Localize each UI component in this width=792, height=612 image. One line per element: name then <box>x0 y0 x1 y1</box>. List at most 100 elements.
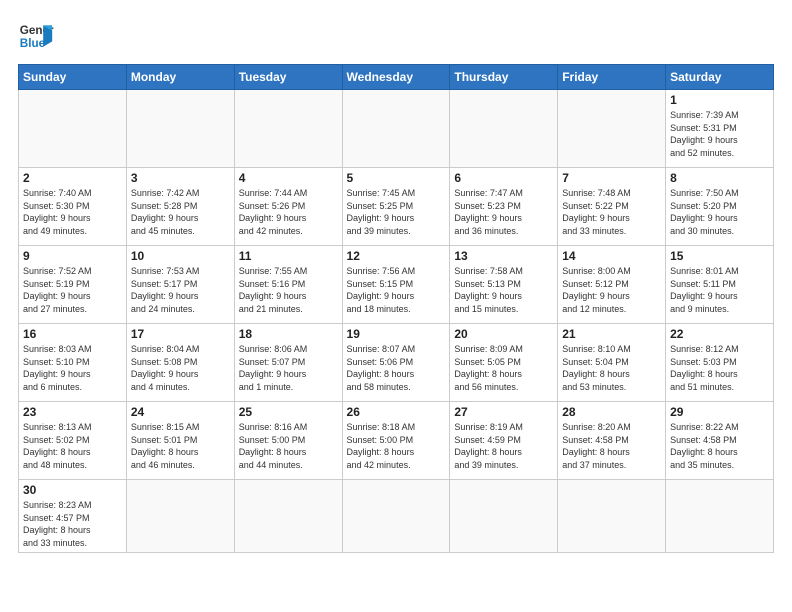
calendar-cell: 3Sunrise: 7:42 AM Sunset: 5:28 PM Daylig… <box>126 168 234 246</box>
calendar-cell <box>234 90 342 168</box>
day-info: Sunrise: 7:53 AM Sunset: 5:17 PM Dayligh… <box>131 265 230 315</box>
calendar-cell <box>19 90 127 168</box>
day-number: 9 <box>23 249 122 263</box>
day-number: 22 <box>670 327 769 341</box>
day-number: 18 <box>239 327 338 341</box>
day-info: Sunrise: 7:50 AM Sunset: 5:20 PM Dayligh… <box>670 187 769 237</box>
day-info: Sunrise: 7:58 AM Sunset: 5:13 PM Dayligh… <box>454 265 553 315</box>
day-number: 5 <box>347 171 446 185</box>
calendar-cell: 10 Sunrise: 7:53 AM Sunset: 5:17 PM Dayli… <box>126 246 234 324</box>
day-info: Sunrise: 8:18 AM Sunset: 5:00 PM Dayligh… <box>347 421 446 471</box>
day-info: Sunrise: 8:07 AM Sunset: 5:06 PM Dayligh… <box>347 343 446 393</box>
day-number: 29 <box>670 405 769 419</box>
calendar-cell: 18Sunrise: 8:06 AM Sunset: 5:07 PM Dayli… <box>234 324 342 402</box>
week-row-1: 1 Sunrise: 7:39 AM Sunset: 5:31 PM Daylig… <box>19 90 774 168</box>
week-row-6: 30Sunrise: 8:23 AM Sunset: 4:57 PM Dayli… <box>19 480 774 553</box>
day-info: Sunrise: 8:12 AM Sunset: 5:03 PM Dayligh… <box>670 343 769 393</box>
day-info: Sunrise: 7:40 AM Sunset: 5:30 PM Dayligh… <box>23 187 122 237</box>
day-number: 19 <box>347 327 446 341</box>
day-info: Sunrise: 7:39 AM Sunset: 5:31 PM Dayligh… <box>670 109 769 159</box>
day-number: 13 <box>454 249 553 263</box>
calendar-cell <box>234 480 342 553</box>
calendar-cell <box>342 480 450 553</box>
weekday-header-saturday: Saturday <box>666 65 774 90</box>
day-info: Sunrise: 8:15 AM Sunset: 5:01 PM Dayligh… <box>131 421 230 471</box>
day-info: Sunrise: 7:44 AM Sunset: 5:26 PM Dayligh… <box>239 187 338 237</box>
day-number: 26 <box>347 405 446 419</box>
weekday-header-wednesday: Wednesday <box>342 65 450 90</box>
day-info: Sunrise: 7:45 AM Sunset: 5:25 PM Dayligh… <box>347 187 446 237</box>
day-info: Sunrise: 7:55 AM Sunset: 5:16 PM Dayligh… <box>239 265 338 315</box>
day-info: Sunrise: 8:13 AM Sunset: 5:02 PM Dayligh… <box>23 421 122 471</box>
weekday-header-thursday: Thursday <box>450 65 558 90</box>
calendar-cell: 17 Sunrise: 8:04 AM Sunset: 5:08 PM Dayli… <box>126 324 234 402</box>
calendar-cell: 12 Sunrise: 7:56 AM Sunset: 5:15 PM Dayli… <box>342 246 450 324</box>
day-info: Sunrise: 7:47 AM Sunset: 5:23 PM Dayligh… <box>454 187 553 237</box>
day-number: 12 <box>347 249 446 263</box>
calendar-cell: 23 Sunrise: 8:13 AM Sunset: 5:02 PM Dayli… <box>19 402 127 480</box>
calendar-cell: 16 Sunrise: 8:03 AM Sunset: 5:10 PM Dayli… <box>19 324 127 402</box>
calendar-cell <box>558 90 666 168</box>
calendar-cell: 24 Sunrise: 8:15 AM Sunset: 5:01 PM Dayli… <box>126 402 234 480</box>
day-number: 10 <box>131 249 230 263</box>
calendar-cell: 2 Sunrise: 7:40 AM Sunset: 5:30 PM Daylig… <box>19 168 127 246</box>
calendar-cell: 19 Sunrise: 8:07 AM Sunset: 5:06 PM Dayli… <box>342 324 450 402</box>
weekday-header-monday: Monday <box>126 65 234 90</box>
day-info: Sunrise: 8:03 AM Sunset: 5:10 PM Dayligh… <box>23 343 122 393</box>
svg-text:Blue: Blue <box>20 37 46 50</box>
calendar-header: SundayMondayTuesdayWednesdayThursdayFrid… <box>19 65 774 90</box>
week-row-4: 16 Sunrise: 8:03 AM Sunset: 5:10 PM Dayli… <box>19 324 774 402</box>
day-info: Sunrise: 8:22 AM Sunset: 4:58 PM Dayligh… <box>670 421 769 471</box>
weekday-header-sunday: Sunday <box>19 65 127 90</box>
day-number: 21 <box>562 327 661 341</box>
day-info: Sunrise: 8:04 AM Sunset: 5:08 PM Dayligh… <box>131 343 230 393</box>
day-number: 3 <box>131 171 230 185</box>
day-number: 11 <box>239 249 338 263</box>
calendar-cell: 9Sunrise: 7:52 AM Sunset: 5:19 PM Daylig… <box>19 246 127 324</box>
day-info: Sunrise: 8:16 AM Sunset: 5:00 PM Dayligh… <box>239 421 338 471</box>
calendar-cell: 1 Sunrise: 7:39 AM Sunset: 5:31 PM Daylig… <box>666 90 774 168</box>
week-row-2: 2 Sunrise: 7:40 AM Sunset: 5:30 PM Daylig… <box>19 168 774 246</box>
calendar-cell: 7Sunrise: 7:48 AM Sunset: 5:22 PM Daylig… <box>558 168 666 246</box>
day-number: 20 <box>454 327 553 341</box>
calendar-cell <box>450 480 558 553</box>
calendar-cell: 11 Sunrise: 7:55 AM Sunset: 5:16 PM Dayli… <box>234 246 342 324</box>
day-number: 1 <box>670 93 769 107</box>
calendar-cell <box>450 90 558 168</box>
calendar-cell <box>126 90 234 168</box>
day-number: 30 <box>23 483 122 497</box>
calendar-cell <box>666 480 774 553</box>
day-info: Sunrise: 8:01 AM Sunset: 5:11 PM Dayligh… <box>670 265 769 315</box>
week-row-5: 23 Sunrise: 8:13 AM Sunset: 5:02 PM Dayli… <box>19 402 774 480</box>
day-number: 27 <box>454 405 553 419</box>
calendar-cell: 22 Sunrise: 8:12 AM Sunset: 5:03 PM Dayli… <box>666 324 774 402</box>
calendar-cell: 26 Sunrise: 8:18 AM Sunset: 5:00 PM Dayli… <box>342 402 450 480</box>
calendar-cell: 28Sunrise: 8:20 AM Sunset: 4:58 PM Dayli… <box>558 402 666 480</box>
calendar-body: 1 Sunrise: 7:39 AM Sunset: 5:31 PM Daylig… <box>19 90 774 553</box>
day-info: Sunrise: 8:09 AM Sunset: 5:05 PM Dayligh… <box>454 343 553 393</box>
day-number: 16 <box>23 327 122 341</box>
weekday-header-friday: Friday <box>558 65 666 90</box>
day-number: 4 <box>239 171 338 185</box>
day-info: Sunrise: 7:56 AM Sunset: 5:15 PM Dayligh… <box>347 265 446 315</box>
calendar-cell: 30Sunrise: 8:23 AM Sunset: 4:57 PM Dayli… <box>19 480 127 553</box>
header: General Blue <box>18 18 774 54</box>
calendar-cell: 15 Sunrise: 8:01 AM Sunset: 5:11 PM Dayli… <box>666 246 774 324</box>
calendar: SundayMondayTuesdayWednesdayThursdayFrid… <box>18 64 774 553</box>
calendar-cell <box>126 480 234 553</box>
calendar-cell: 13 Sunrise: 7:58 AM Sunset: 5:13 PM Dayli… <box>450 246 558 324</box>
calendar-cell: 27Sunrise: 8:19 AM Sunset: 4:59 PM Dayli… <box>450 402 558 480</box>
day-number: 7 <box>562 171 661 185</box>
calendar-cell <box>558 480 666 553</box>
day-number: 17 <box>131 327 230 341</box>
day-number: 24 <box>131 405 230 419</box>
day-number: 15 <box>670 249 769 263</box>
calendar-cell: 21 Sunrise: 8:10 AM Sunset: 5:04 PM Dayli… <box>558 324 666 402</box>
calendar-cell: 6Sunrise: 7:47 AM Sunset: 5:23 PM Daylig… <box>450 168 558 246</box>
day-number: 23 <box>23 405 122 419</box>
day-number: 2 <box>23 171 122 185</box>
day-info: Sunrise: 8:10 AM Sunset: 5:04 PM Dayligh… <box>562 343 661 393</box>
logo-icon: General Blue <box>18 18 54 54</box>
logo: General Blue <box>18 18 54 54</box>
calendar-cell: 25Sunrise: 8:16 AM Sunset: 5:00 PM Dayli… <box>234 402 342 480</box>
